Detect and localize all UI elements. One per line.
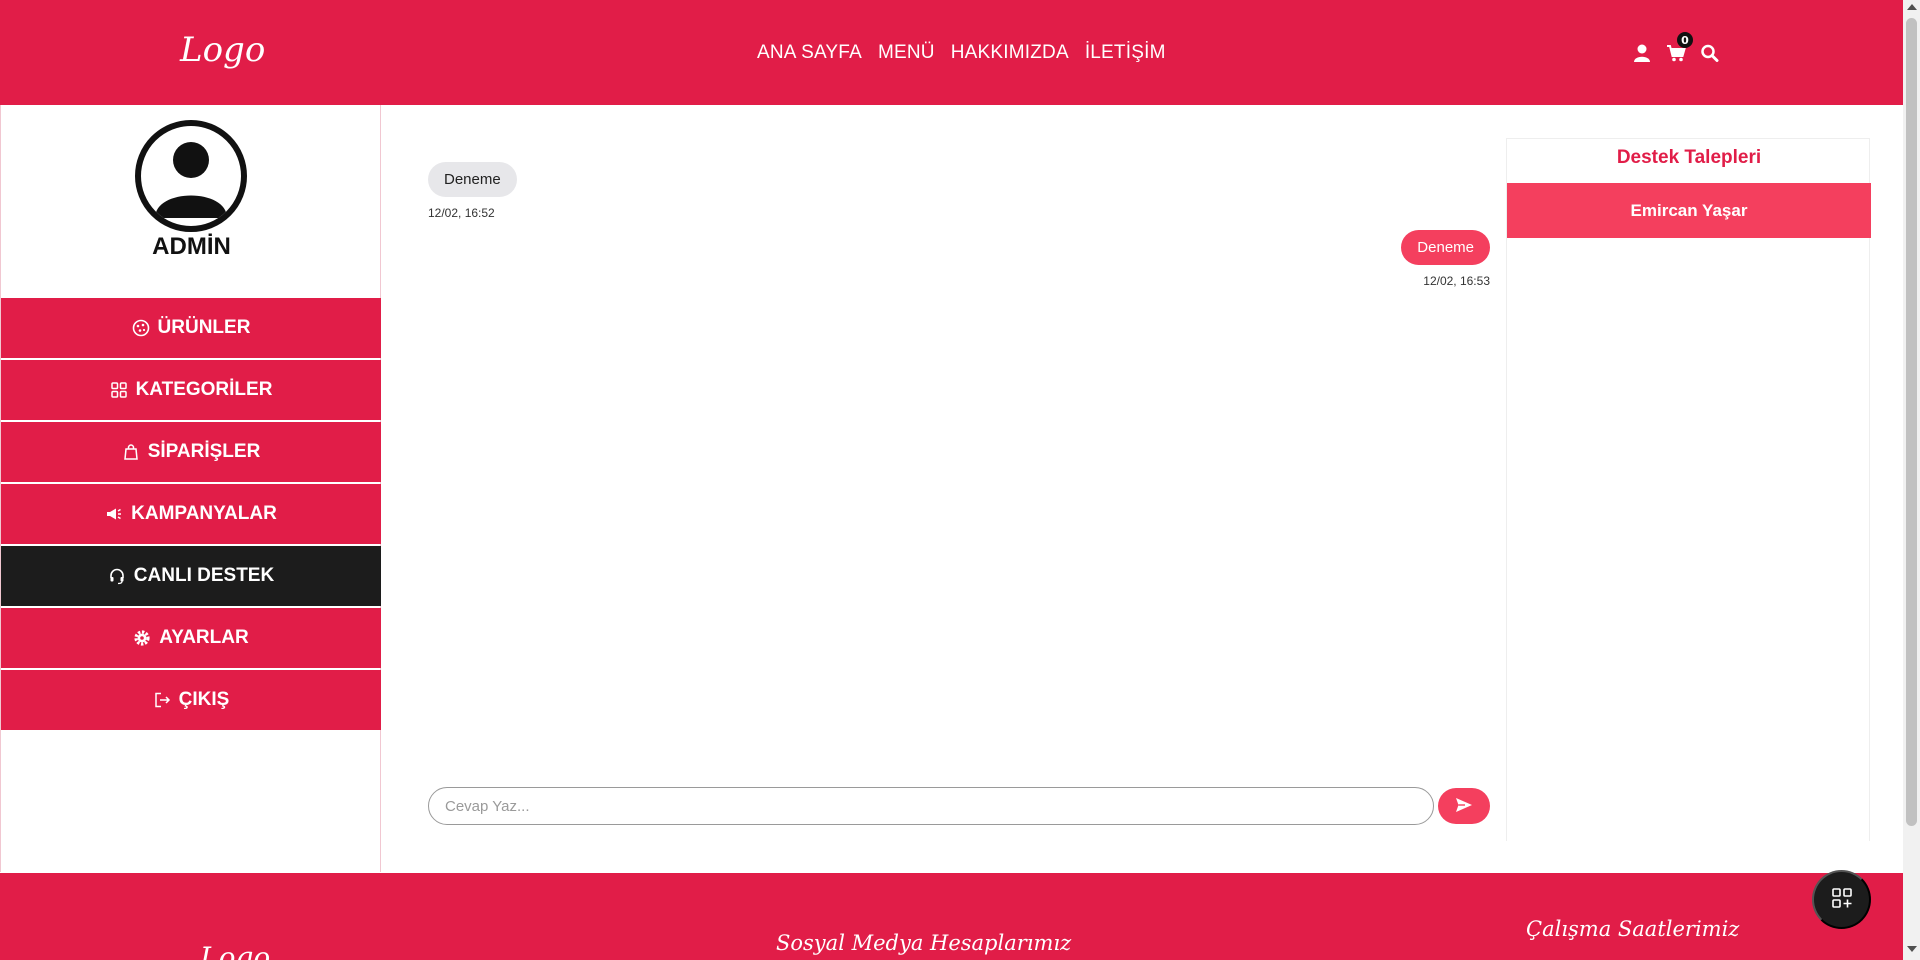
scroll-up-arrow-icon[interactable] [1907, 4, 1917, 10]
menu-item-label: ÜRÜNLER [157, 317, 251, 338]
menu-item-label: KATEGORİLER [135, 379, 273, 400]
add-widget-icon [1831, 887, 1853, 912]
menu-item-label: SİPARİŞLER [147, 441, 261, 462]
message-timestamp: 12/02, 16:52 [428, 206, 495, 220]
send-icon [1455, 797, 1473, 816]
avatar [135, 120, 247, 232]
top-header: Logo ANA SAYFA MENÜ HAKKIMIZDA İLETİŞİM … [0, 0, 1903, 105]
pizza-icon [132, 319, 150, 337]
menu-item-orders[interactable]: SİPARİŞLER [1, 422, 381, 482]
incoming-message: Deneme [428, 162, 517, 197]
ticket-item[interactable]: Emircan Yaşar [1507, 183, 1871, 238]
admin-sidebar: ADMİN ÜRÜNLER KATEGORİLER SİPARİŞLER KAM… [0, 105, 381, 872]
menu-item-campaigns[interactable]: KAMPANYALAR [1, 484, 381, 544]
nav-link-menu[interactable]: MENÜ [878, 42, 935, 64]
menu-item-logout[interactable]: ÇIKIŞ [1, 670, 381, 730]
message-timestamp: 12/02, 16:53 [1423, 274, 1490, 288]
tickets-title: Destek Talepleri [1616, 147, 1762, 168]
grid-icon [110, 381, 128, 399]
support-tickets-panel: Destek Talepleri Emircan Yaşar [1506, 138, 1871, 841]
scroll-thumb[interactable] [1906, 18, 1917, 826]
menu-item-settings[interactable]: AYARLAR [1, 608, 381, 668]
gear-icon [133, 629, 151, 647]
footer-hours-title: Çalışma Saatlerimiz [1526, 917, 1740, 941]
outgoing-message: Deneme [1401, 230, 1490, 265]
nav-link-about[interactable]: HAKKIMIZDA [951, 42, 1069, 64]
user-icon[interactable] [1632, 44, 1652, 62]
footer-social-title: Sosyal Medya Hesaplarımız [776, 931, 1072, 955]
reply-input[interactable] [428, 787, 1434, 825]
bag-icon [122, 443, 140, 461]
admin-name: ADMİN [152, 233, 231, 260]
menu-item-label: KAMPANYALAR [131, 503, 277, 524]
chat-thread: Deneme 12/02, 16:52 Deneme 12/02, 16:53 [428, 140, 1490, 840]
page-scrollbar[interactable] [1903, 0, 1920, 960]
cart-icon[interactable]: 0 [1666, 32, 1693, 62]
admin-menu: ÜRÜNLER KATEGORİLER SİPARİŞLER KAMPANYAL… [1, 298, 381, 732]
menu-item-categories[interactable]: KATEGORİLER [1, 360, 381, 420]
search-icon[interactable] [1700, 44, 1720, 62]
site-logo[interactable]: Logo [180, 30, 265, 70]
logout-icon [153, 691, 171, 709]
menu-item-live-support[interactable]: CANLI DESTEK [1, 546, 381, 606]
nav-link-contact[interactable]: İLETİŞİM [1085, 42, 1166, 64]
nav-link-home[interactable]: ANA SAYFA [757, 42, 862, 64]
menu-item-label: AYARLAR [159, 627, 249, 648]
menu-item-products[interactable]: ÜRÜNLER [1, 298, 381, 358]
megaphone-icon [105, 505, 123, 523]
scroll-down-arrow-icon[interactable] [1907, 946, 1917, 952]
header-icons: 0 [1632, 32, 1720, 62]
menu-item-label: ÇIKIŞ [178, 689, 230, 710]
send-button[interactable] [1438, 788, 1490, 824]
main-nav: ANA SAYFA MENÜ HAKKIMIZDA İLETİŞİM [757, 42, 1166, 64]
footer-logo[interactable]: Logo [200, 941, 270, 960]
cart-count-badge: 0 [1677, 32, 1693, 48]
menu-item-label: CANLI DESTEK [133, 565, 275, 586]
site-footer: Logo Sosyal Medya Hesaplarımız Çalışma S… [0, 873, 1903, 960]
quick-actions-button[interactable] [1812, 870, 1871, 929]
headset-icon [108, 567, 126, 585]
